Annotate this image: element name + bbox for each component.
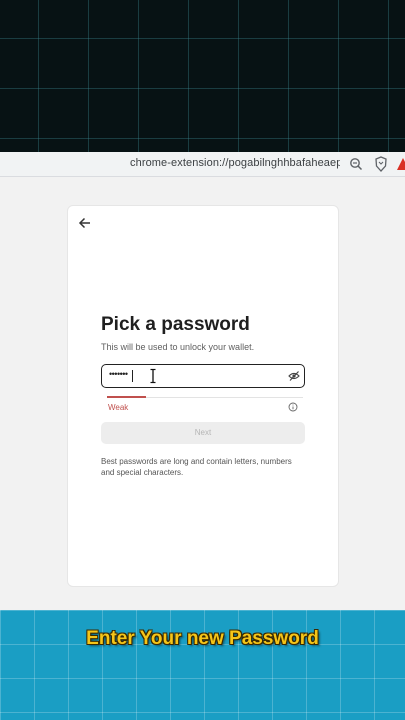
password-field[interactable]: ••••••• bbox=[101, 364, 305, 388]
info-icon[interactable] bbox=[288, 402, 298, 412]
eye-off-icon[interactable] bbox=[288, 370, 300, 382]
text-cursor-icon bbox=[150, 368, 156, 384]
warning-icon[interactable] bbox=[397, 157, 405, 171]
text-caret bbox=[132, 370, 133, 382]
next-button[interactable]: Next bbox=[101, 422, 305, 444]
background-grid-top bbox=[0, 0, 405, 152]
url-text[interactable]: chrome-extension://pogabilnghhbafaheaep.… bbox=[130, 157, 340, 169]
password-hint: Best passwords are long and contain lett… bbox=[101, 457, 292, 477]
strength-meter-fill bbox=[107, 396, 146, 398]
password-card: Pick a password This will be used to unl… bbox=[67, 205, 339, 587]
back-arrow-icon[interactable] bbox=[78, 216, 92, 230]
background-grid-bottom bbox=[0, 610, 405, 720]
page-subtitle: This will be used to unlock your wallet. bbox=[101, 342, 255, 352]
brave-shield-icon[interactable] bbox=[374, 156, 388, 172]
video-caption: Enter Your new Password bbox=[86, 628, 319, 649]
password-value: ••••••• bbox=[109, 369, 128, 379]
browser-address-bar: chrome-extension://pogabilnghhbafaheaep.… bbox=[0, 152, 405, 177]
extension-page: Pick a password This will be used to unl… bbox=[0, 177, 405, 610]
zoom-out-icon[interactable] bbox=[349, 157, 363, 171]
strength-label: Weak bbox=[108, 403, 129, 412]
page-title: Pick a password bbox=[101, 314, 250, 335]
